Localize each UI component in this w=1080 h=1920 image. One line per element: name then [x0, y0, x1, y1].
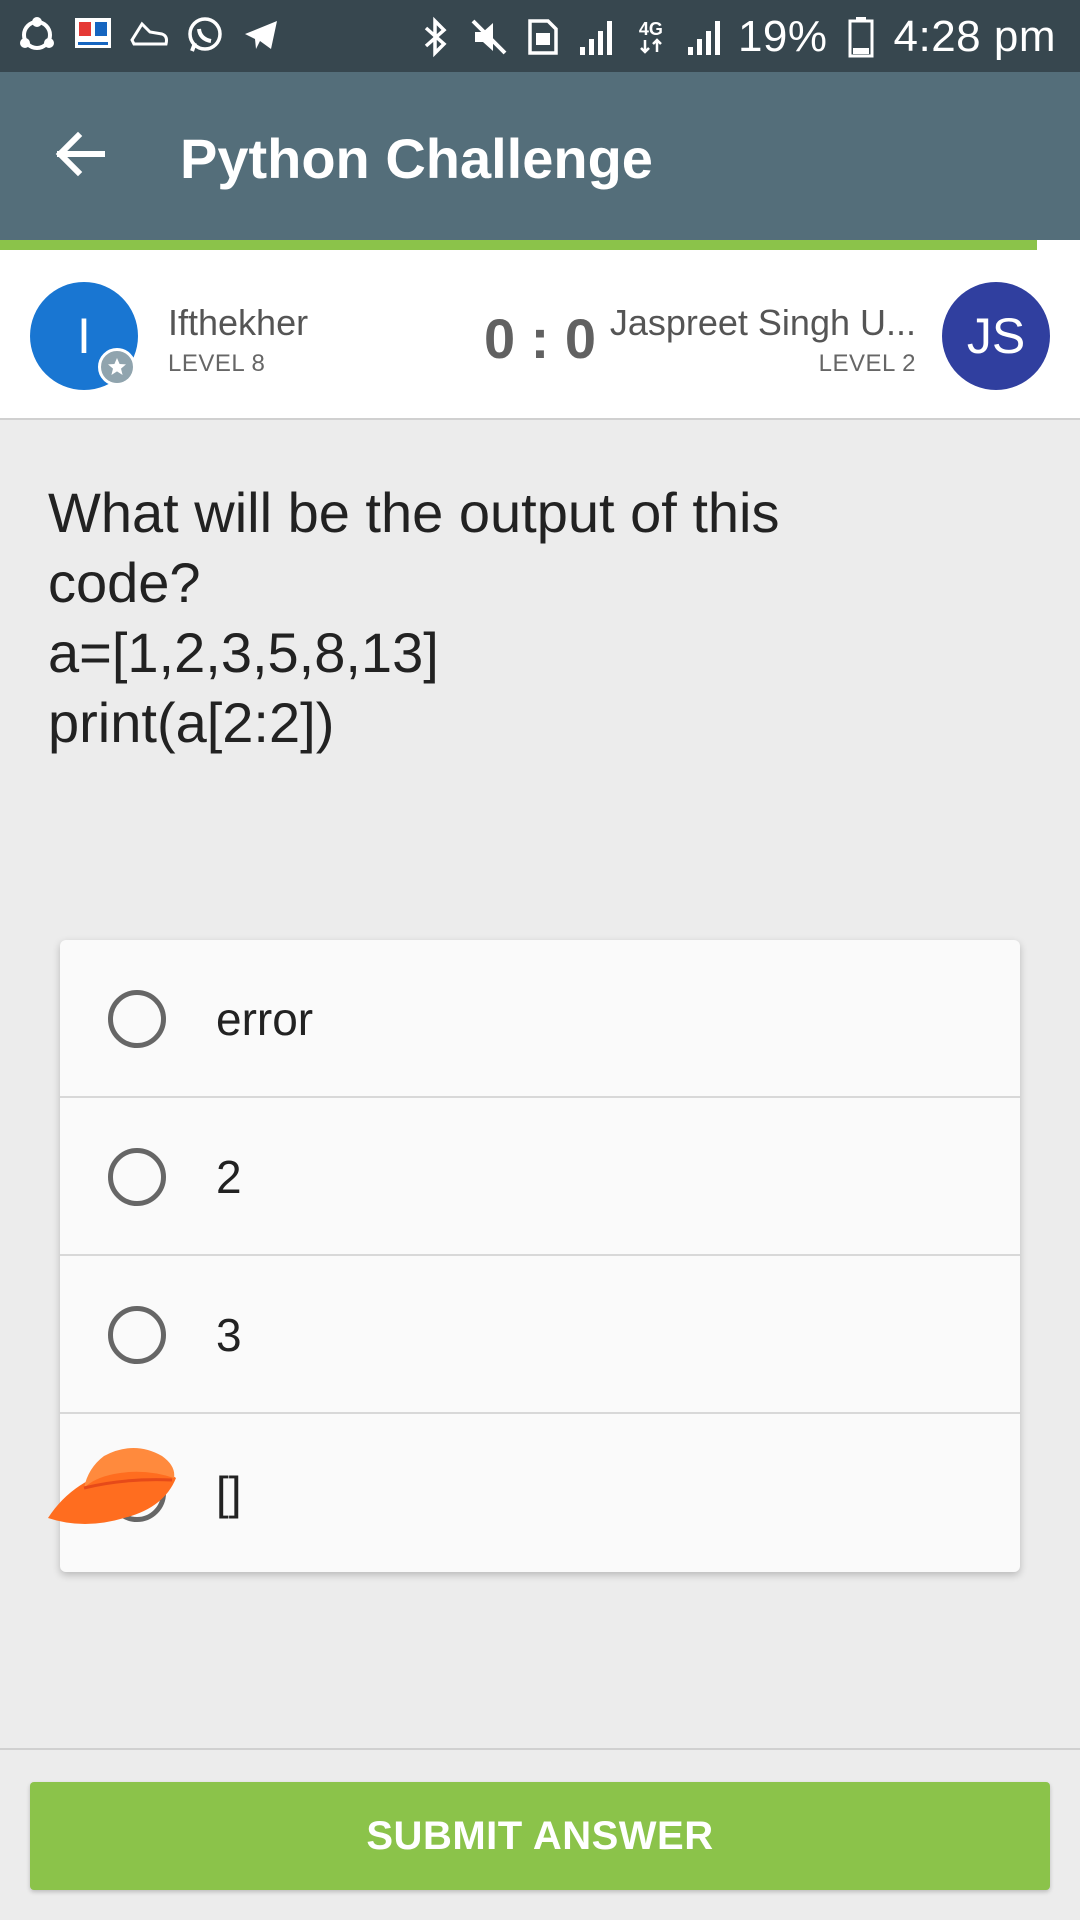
player-avatar-right[interactable]: JS: [942, 282, 1050, 390]
shareit-icon: [16, 14, 58, 56]
question-text: What will be the output of this code? a=…: [48, 481, 780, 754]
status-bar: 4G 19% 4:28 pm: [0, 0, 1080, 72]
signal-icon: [684, 16, 726, 58]
battery-percent: 19%: [737, 12, 828, 61]
sneaker-icon: [128, 14, 170, 56]
challenge-progress-bar: [0, 240, 1080, 250]
network-type: 4G: [638, 19, 663, 39]
telegram-icon: [240, 14, 282, 56]
mute-icon: [468, 16, 510, 58]
radio-button[interactable]: [108, 1148, 166, 1206]
whatsapp-icon: [184, 14, 226, 56]
battery-icon: [840, 16, 882, 58]
clock: 4:28 pm: [893, 12, 1056, 61]
notification-icons: [16, 14, 282, 56]
back-button[interactable]: [40, 116, 120, 196]
answer-option[interactable]: []: [60, 1414, 1020, 1572]
system-status: 4G 19% 4:28 pm: [414, 12, 1056, 62]
answer-option-label: 3: [216, 1309, 242, 1361]
player-level-left: LEVEL 8: [168, 350, 266, 377]
lips-icon: [44, 1438, 184, 1538]
player-name-right: Jaspreet Singh U...: [609, 302, 916, 343]
answer-option-label: error: [216, 993, 314, 1045]
divider: [0, 1748, 1080, 1750]
signal-4g-icon: 4G: [630, 16, 672, 58]
radio-button[interactable]: [108, 1306, 166, 1364]
player-name-left: Ifthekher: [168, 302, 309, 343]
answer-option[interactable]: error: [60, 940, 1020, 1098]
page-title: Python Challenge: [180, 127, 653, 190]
answer-option-label: 2: [216, 1151, 242, 1203]
bluetooth-icon: [414, 16, 456, 58]
star-badge-icon: [98, 348, 136, 386]
challenge-progress-fill: [0, 240, 1037, 250]
submit-answer-button[interactable]: SUBMIT ANSWER: [30, 1782, 1050, 1890]
answer-option[interactable]: 2: [60, 1098, 1020, 1256]
answer-option[interactable]: 3: [60, 1256, 1020, 1414]
player-level-right: LEVEL 2: [818, 350, 916, 377]
app-bar: Python Challenge: [0, 72, 1080, 240]
players-strip: I Ifthekher LEVEL 8 0 : 0 Jaspreet Singh…: [0, 250, 1080, 420]
score: 0 : 0: [483, 307, 597, 370]
radio-button[interactable]: [108, 990, 166, 1048]
arrow-left-icon: [52, 126, 108, 187]
answer-option-label: []: [216, 1467, 242, 1519]
news-app-icon: [72, 14, 114, 56]
sim-icon: [522, 16, 564, 58]
signal-icon: [576, 16, 618, 58]
answer-options: error 2 3 []: [60, 940, 1020, 1572]
